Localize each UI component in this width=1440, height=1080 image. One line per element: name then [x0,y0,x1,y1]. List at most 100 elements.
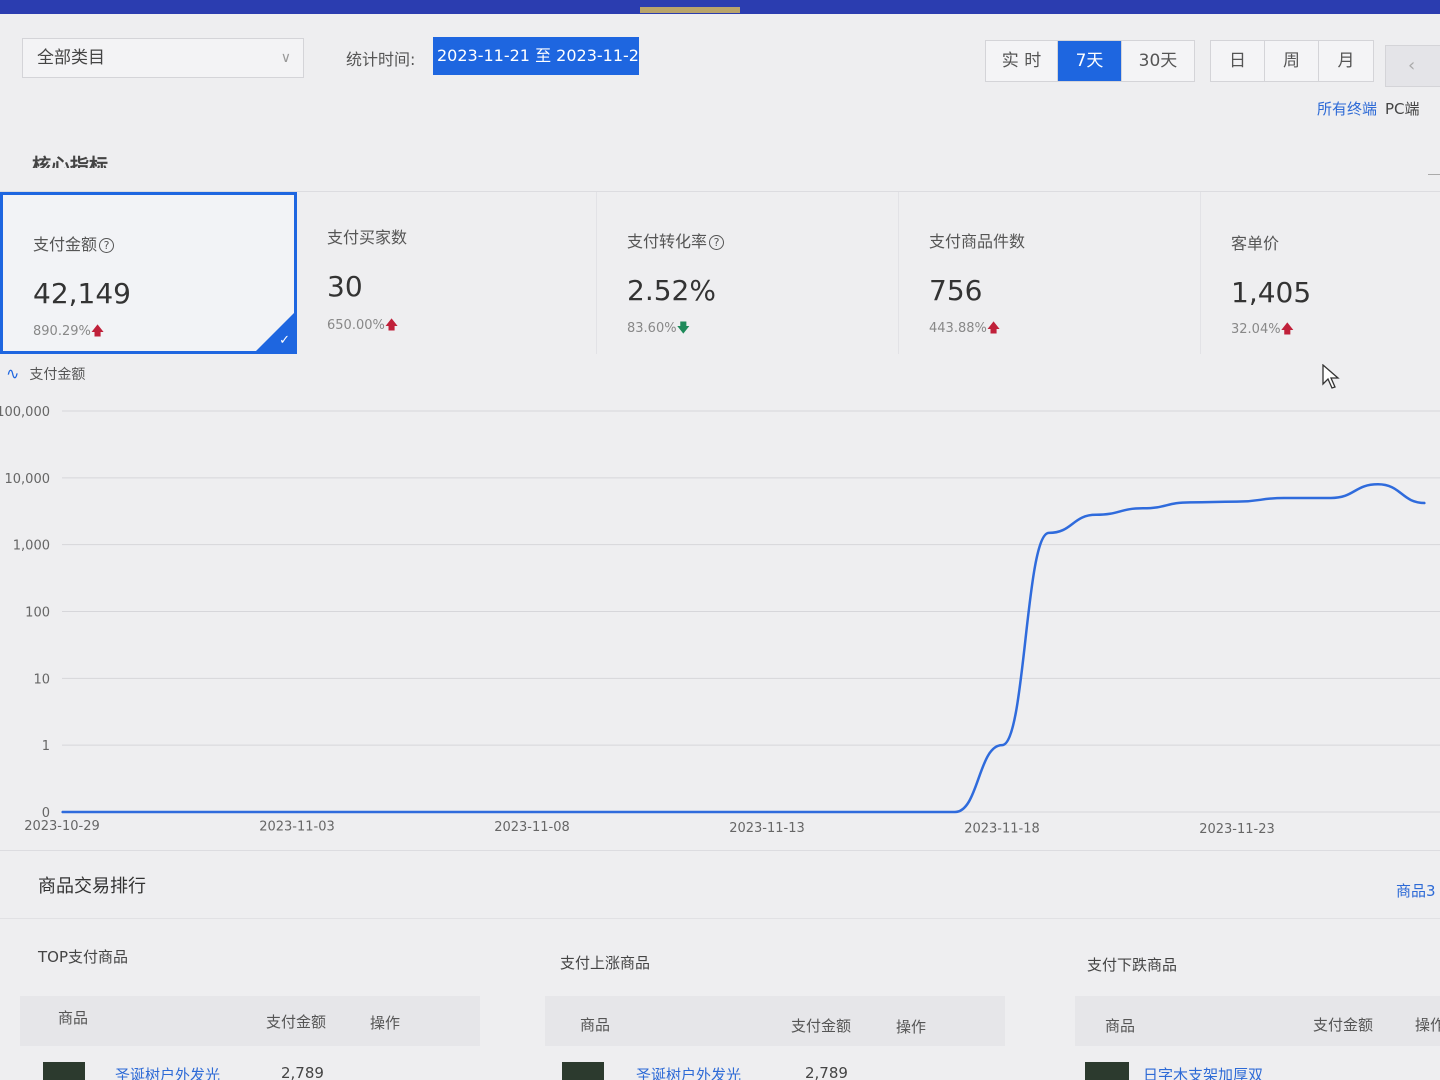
granularity-tabs: 日 周 月 [1210,40,1374,82]
help-icon[interactable]: ? [709,235,725,250]
y-tick-label: 10 [33,672,50,687]
tab-7days[interactable]: 7天 [1058,41,1122,81]
data-point [1424,502,1426,504]
kpi-card-conversion[interactable]: 支付转化率? 2.52% 83.60%🡇 [597,192,899,354]
payment-amount-chart[interactable]: 100,00010,0001,00010010102023-10-29 2023-… [0,392,1440,844]
kpi-card-payment-amount[interactable]: 支付金额? 42,149 890.29%🡅 ✓ [0,192,297,354]
data-point [1236,500,1238,503]
product-link[interactable]: 日字木支架加厚双 [1143,1064,1263,1080]
data-point [296,811,298,813]
kpi-change: 83.60%🡇 [627,321,690,336]
data-point [1001,744,1003,746]
tab-30days[interactable]: 30天 [1122,41,1194,81]
y-tick-label: 1,000 [13,539,50,554]
collapse-mark[interactable] [1428,174,1440,175]
terminal-all-link[interactable]: 所有终端 [1317,100,1377,118]
x-tick-label: 2023-11-13 [729,821,805,836]
ranking-more-link[interactable]: 商品3 [1396,880,1436,901]
window-top-bar [0,0,1440,14]
stat-time-label: 统计时间: [346,50,416,69]
y-tick-label: 1 [42,739,50,754]
product-amount: 2,789 [805,1064,848,1080]
rising-products-title: 支付上涨商品 [560,954,651,972]
arrow-down-icon: 🡇 [676,321,690,336]
divider [0,918,1440,919]
kpi-value: 42,149 [33,277,131,310]
col-action: 操作 [896,1018,927,1036]
tab-month[interactable]: 月 [1319,41,1373,81]
date-range-picker[interactable]: 2023-11-21 至 2023-11-27 [433,37,639,75]
chevron-left-icon: ‹ [1408,55,1416,76]
data-point [1142,507,1144,510]
y-tick-label: 100,000 [0,405,50,420]
mouse-cursor-icon [1322,364,1340,389]
legend-label: 支付金额 [29,367,86,383]
data-point [954,811,956,813]
table-header [20,996,480,1046]
kpi-value: 1,405 [1231,276,1312,309]
product-thumbnail[interactable] [1085,1062,1129,1080]
category-select[interactable]: 全部类目 ∨ [22,38,304,78]
kpi-change: 443.88%🡅 [929,321,1001,336]
col-amount[interactable]: 支付金额 [266,1011,326,1032]
tab-realtime[interactable]: 实 时 [986,41,1058,81]
falling-products-title: 支付下跌商品 [1087,956,1178,974]
arrow-up-icon: 🡅 [1280,322,1294,337]
category-select-value: 全部类目 [37,48,105,68]
col-amount[interactable]: 支付金额 [1313,1014,1373,1035]
help-icon[interactable]: ? [99,238,115,253]
data-point [1283,497,1285,499]
tab-week[interactable]: 周 [1265,41,1319,81]
table-header [545,996,1005,1046]
terminal-pc-option[interactable]: PC端 [1385,100,1420,118]
terminal-selector: 所有终端 PC端 [1317,98,1420,119]
kpi-label: 客单价 [1231,234,1280,253]
product-thumbnail[interactable] [562,1062,604,1080]
kpi-label: 支付金额? [33,231,115,255]
data-point [531,811,533,813]
arrow-up-icon: 🡅 [90,324,105,339]
kpi-label: 支付买家数 [327,228,408,247]
kpi-change: 32.04%🡅 [1231,322,1294,337]
kpi-label: 支付转化率? [627,228,725,252]
line-legend-icon: ∿ [6,364,20,383]
col-product: 商品 [1105,1017,1136,1035]
col-amount[interactable]: 支付金额 [791,1015,851,1036]
product-link[interactable]: 圣诞树户外发光 [115,1064,220,1080]
check-icon: ✓ [279,333,290,348]
product-amount: 2,789 [281,1064,324,1080]
data-point [1189,501,1191,504]
kpi-value: 756 [929,274,983,307]
product-link[interactable]: 圣诞树户外发光 [636,1064,741,1080]
data-point [1330,497,1332,499]
core-metrics-title: 核心指标 [32,155,109,168]
kpi-card-buyers[interactable]: 支付买家数 30 650.00%🡅 [297,192,597,354]
kpi-change: 890.29%🡅 [33,324,105,339]
data-point [766,811,768,813]
kpi-value: 30 [327,270,363,303]
tab-day[interactable]: 日 [1211,41,1265,81]
data-point [1048,532,1050,534]
period-tabs: 实 时 7天 30天 [985,40,1195,82]
product-thumbnail[interactable] [43,1062,85,1080]
arrow-up-icon: 🡅 [384,318,399,333]
col-product: 商品 [580,1016,611,1034]
window-grip[interactable] [640,7,740,13]
kpi-card-items[interactable]: 支付商品件数 756 443.88%🡅 [899,192,1201,354]
ranking-title: 商品交易排行 [38,876,146,897]
arrow-up-icon: 🡅 [986,321,1001,336]
y-tick-label: 100 [25,606,50,621]
chart-legend[interactable]: ∿ 支付金额 [6,364,85,384]
data-point [1095,513,1097,516]
x-tick-label: 2023-11-03 [259,820,335,835]
series-line [61,483,1426,814]
prev-period-button[interactable]: ‹ [1385,45,1440,87]
x-tick-label: 2023-11-08 [494,820,570,835]
kpi-value: 2.52% [627,274,716,307]
kpi-change: 650.00%🡅 [327,318,399,333]
top-products-title: TOP支付商品 [38,948,129,966]
kpi-card-avg-price[interactable]: 客单价 1,405 32.04%🡅 [1201,192,1440,354]
x-tick-label: 2023-11-18 [964,821,1040,836]
col-product: 商品 [58,1009,89,1027]
data-point [61,811,63,813]
